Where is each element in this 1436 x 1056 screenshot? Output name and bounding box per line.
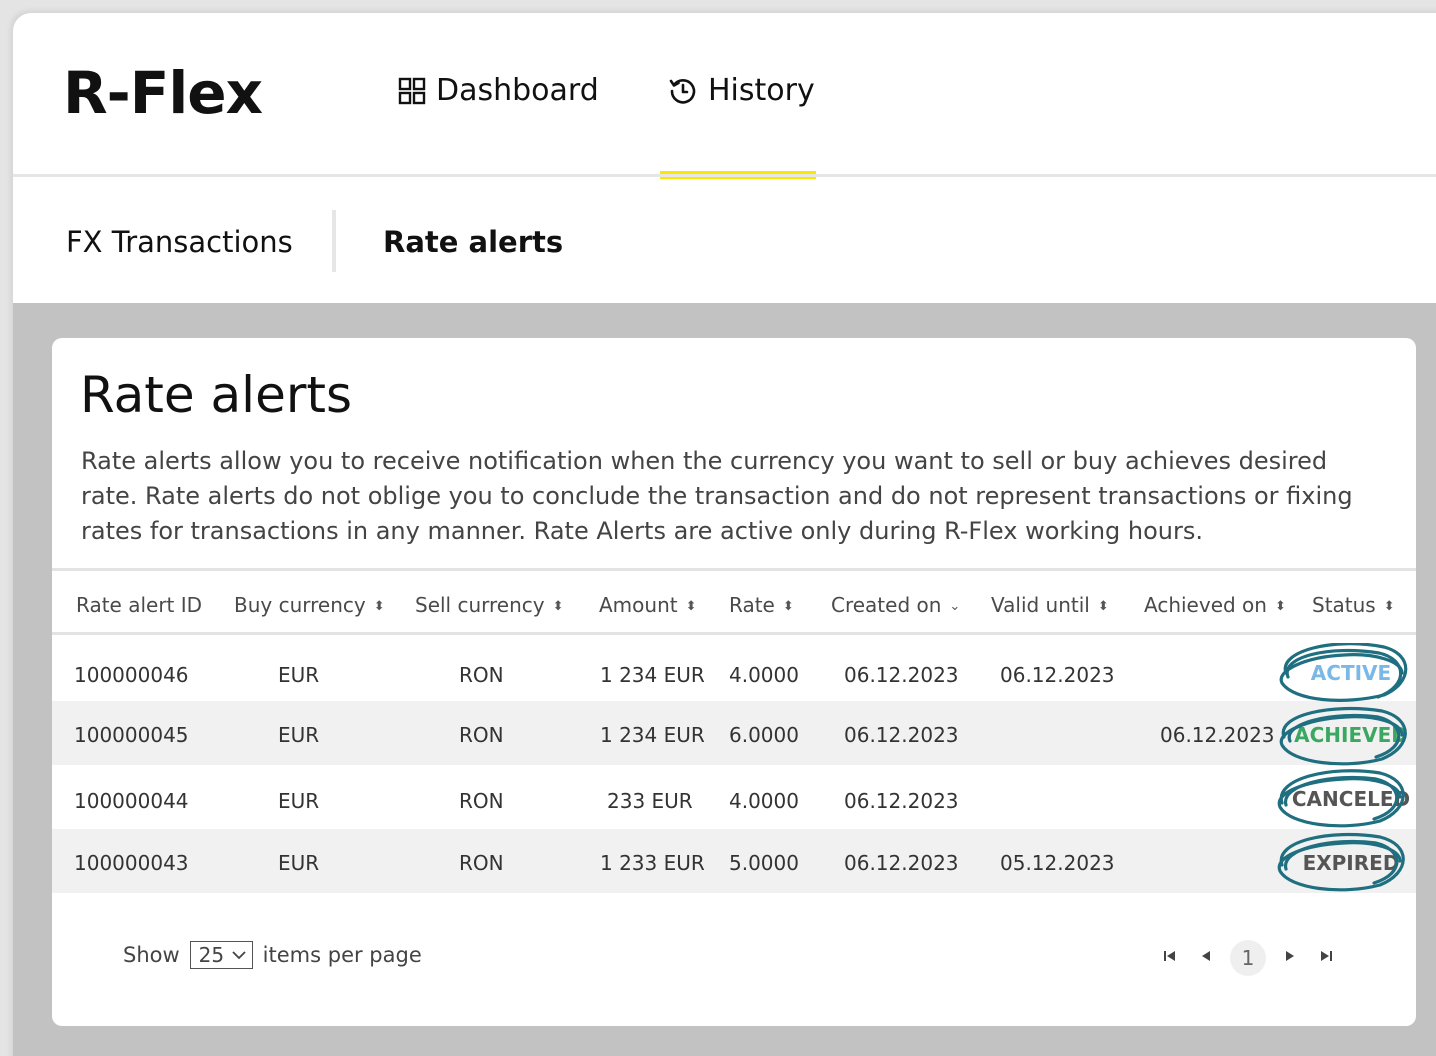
nav-divider bbox=[13, 174, 1436, 177]
app-logo: R-Flex bbox=[63, 59, 263, 127]
last-page-button[interactable] bbox=[1308, 949, 1344, 967]
table-row[interactable]: 100000043 EUR RON 1 233 EUR 5.0000 06.12… bbox=[52, 829, 1416, 893]
last-page-icon bbox=[1321, 951, 1332, 961]
table-row[interactable]: 100000044 EUR RON 233 EUR 4.0000 06.12.2… bbox=[52, 765, 1416, 829]
history-icon bbox=[669, 78, 696, 104]
sort-icon[interactable]: ⬍ bbox=[686, 599, 697, 614]
column-header-buy-currency[interactable]: Buy currency ⬍ bbox=[234, 593, 385, 617]
cell-amount: 1 234 EUR bbox=[600, 663, 705, 687]
subtab-fx-transactions[interactable]: FX Transactions bbox=[66, 225, 293, 259]
cell-rate: 5.0000 bbox=[729, 851, 799, 875]
cell-sell-currency: RON bbox=[459, 663, 504, 687]
status-badge: CANCELED bbox=[1291, 787, 1411, 811]
cell-buy-currency: EUR bbox=[278, 789, 320, 813]
next-page-icon bbox=[1286, 951, 1294, 961]
prev-page-icon bbox=[1202, 951, 1210, 961]
column-header-amount[interactable]: Amount ⬍ bbox=[599, 593, 697, 617]
sort-icon[interactable]: ⬍ bbox=[374, 599, 385, 614]
column-header-rate[interactable]: Rate ⬍ bbox=[729, 593, 794, 617]
cell-id: 100000046 bbox=[74, 663, 189, 687]
cell-id: 100000043 bbox=[74, 851, 189, 875]
sort-icon[interactable]: ⬍ bbox=[553, 599, 564, 614]
cell-created-on: 06.12.2023 bbox=[844, 663, 959, 687]
cell-achieved-on: 06.12.2023 bbox=[1160, 723, 1275, 747]
rate-alerts-card: Rate alerts Rate alerts allow you to rec… bbox=[52, 338, 1416, 1026]
table-row[interactable]: 100000046 EUR RON 1 234 EUR 4.0000 06.12… bbox=[52, 639, 1416, 701]
show-label: Show bbox=[123, 943, 180, 967]
table-header-bottom-border bbox=[52, 632, 1416, 635]
items-per-page-label: items per page bbox=[262, 943, 422, 967]
current-page-button[interactable]: 1 bbox=[1230, 940, 1266, 976]
pagination: 1 bbox=[1152, 940, 1344, 976]
sort-icon[interactable]: ⬍ bbox=[1384, 599, 1395, 614]
chevron-down-icon bbox=[232, 951, 246, 960]
card-description: Rate alerts allow you to receive notific… bbox=[81, 447, 1353, 545]
cell-buy-currency: EUR bbox=[278, 723, 320, 747]
cell-sell-currency: RON bbox=[459, 789, 504, 813]
column-header-id: Rate alert ID bbox=[76, 593, 203, 617]
first-page-icon bbox=[1164, 951, 1175, 961]
subtab-rate-alerts[interactable]: Rate alerts bbox=[383, 225, 563, 259]
cell-amount: 1 233 EUR bbox=[600, 851, 705, 875]
cell-rate: 6.0000 bbox=[729, 723, 799, 747]
column-header-sell-currency[interactable]: Sell currency ⬍ bbox=[415, 593, 564, 617]
table-row[interactable]: 100000045 EUR RON 1 234 EUR 6.0000 06.12… bbox=[52, 701, 1416, 765]
first-page-button[interactable] bbox=[1152, 949, 1188, 967]
nav-dashboard[interactable]: Dashboard bbox=[398, 73, 599, 108]
dashboard-icon bbox=[398, 77, 426, 104]
column-header-created-on[interactable]: Created on ⌄ bbox=[831, 593, 960, 617]
cell-sell-currency: RON bbox=[459, 851, 504, 875]
column-header-valid-until[interactable]: Valid until ⬍ bbox=[991, 593, 1109, 617]
cell-created-on: 06.12.2023 bbox=[844, 851, 959, 875]
per-page-value: 25 bbox=[198, 943, 225, 967]
app-window: R-Flex Dashboard History FX Transactions… bbox=[13, 13, 1436, 1056]
table-header-top-border bbox=[52, 568, 1416, 571]
status-badge: ACHIEVED bbox=[1294, 723, 1408, 747]
cell-valid-until: 06.12.2023 bbox=[1000, 663, 1115, 687]
cell-rate: 4.0000 bbox=[729, 663, 799, 687]
cell-amount: 1 234 EUR bbox=[600, 723, 705, 747]
sort-down-icon[interactable]: ⌄ bbox=[949, 599, 960, 614]
column-header-status[interactable]: Status ⬍ bbox=[1312, 593, 1395, 617]
cell-buy-currency: EUR bbox=[278, 851, 320, 875]
app-header: R-Flex Dashboard History FX Transactions… bbox=[13, 13, 1436, 303]
nav-history-label: History bbox=[708, 73, 815, 108]
prev-page-button[interactable] bbox=[1188, 949, 1224, 967]
nav-dashboard-label: Dashboard bbox=[436, 73, 599, 108]
cell-id: 100000044 bbox=[74, 789, 189, 813]
status-badge: EXPIRED bbox=[1302, 851, 1400, 875]
nav-history[interactable]: History bbox=[668, 73, 815, 108]
column-header-achieved-on[interactable]: Achieved on ⬍ bbox=[1144, 593, 1286, 617]
cell-rate: 4.0000 bbox=[729, 789, 799, 813]
sort-icon[interactable]: ⬍ bbox=[783, 599, 794, 614]
status-badge: ACTIVE bbox=[1310, 661, 1392, 685]
next-page-button[interactable] bbox=[1272, 949, 1308, 967]
subtab-separator bbox=[332, 210, 336, 272]
cell-valid-until: 05.12.2023 bbox=[1000, 851, 1115, 875]
sort-icon[interactable]: ⬍ bbox=[1275, 599, 1286, 614]
cell-sell-currency: RON bbox=[459, 723, 504, 747]
cell-id: 100000045 bbox=[74, 723, 189, 747]
per-page-select[interactable]: 25 bbox=[189, 941, 253, 969]
cell-created-on: 06.12.2023 bbox=[844, 789, 959, 813]
cell-created-on: 06.12.2023 bbox=[844, 723, 959, 747]
card-title: Rate alerts bbox=[80, 366, 353, 424]
per-page-control: Show 25 items per page bbox=[123, 941, 422, 969]
cell-amount: 233 EUR bbox=[607, 789, 693, 813]
sort-icon[interactable]: ⬍ bbox=[1098, 599, 1109, 614]
cell-buy-currency: EUR bbox=[278, 663, 320, 687]
